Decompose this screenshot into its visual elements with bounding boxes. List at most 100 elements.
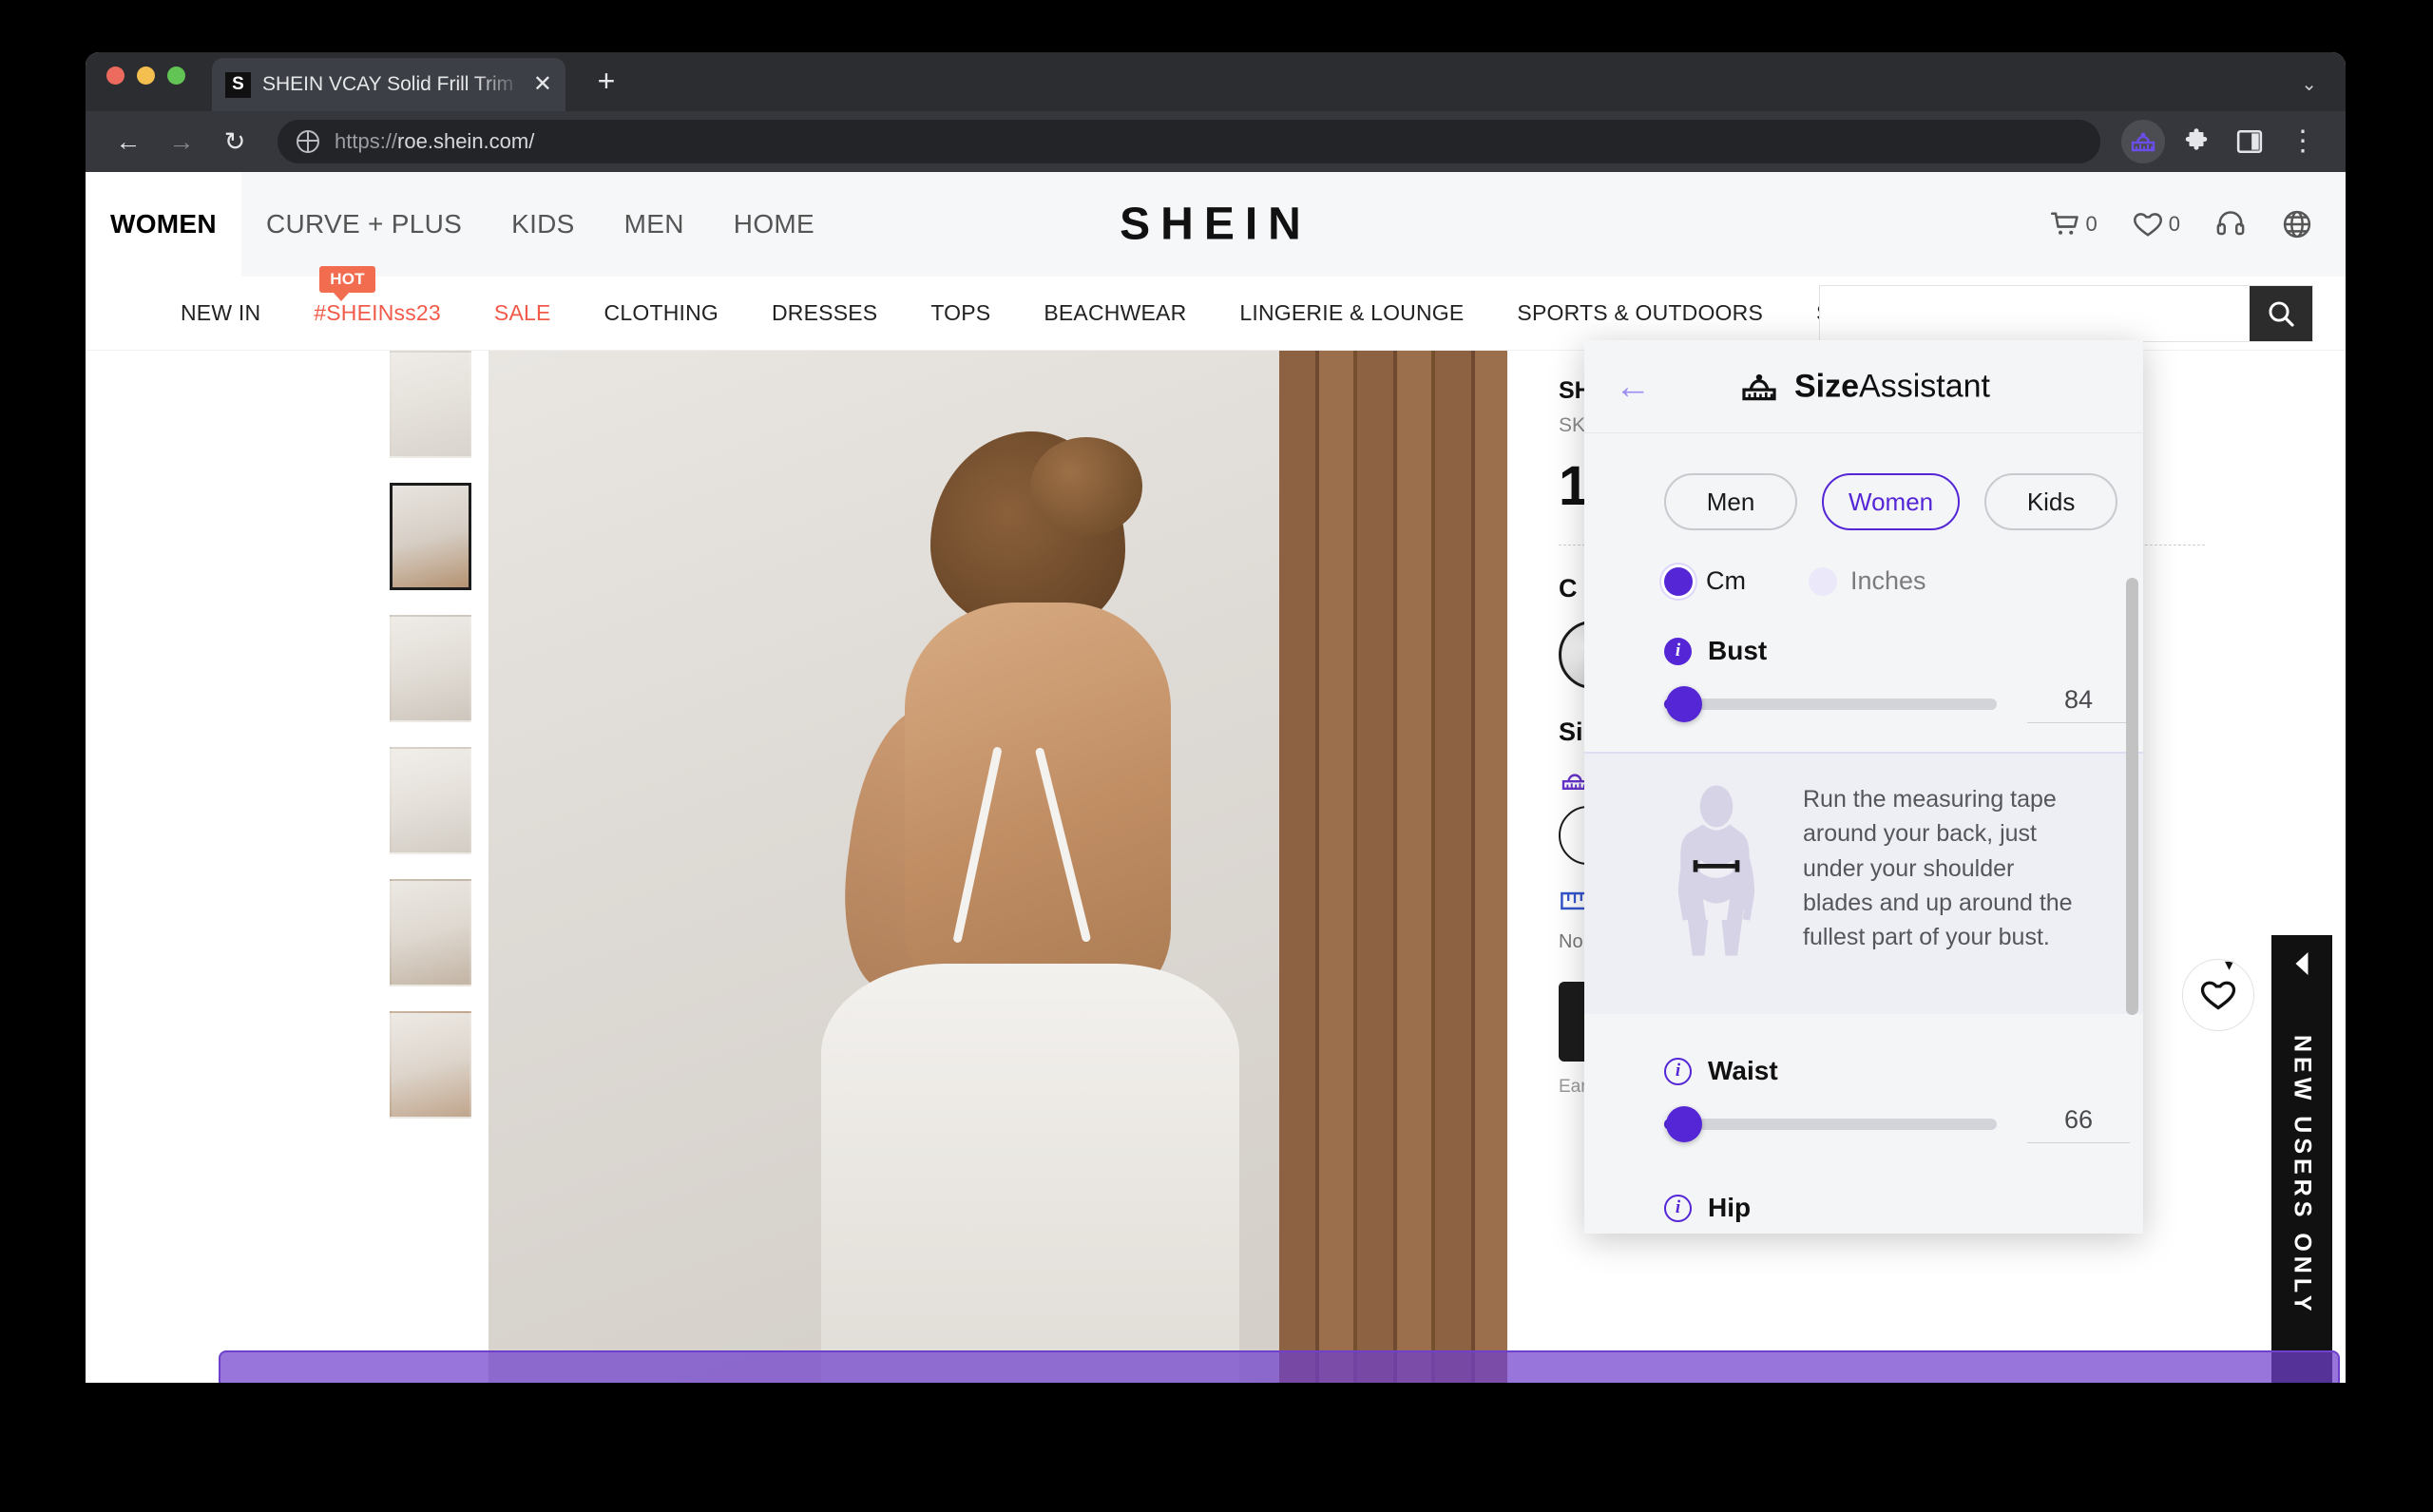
back-button[interactable]: ←	[106, 120, 150, 163]
minimize-window-button[interactable]	[137, 66, 155, 85]
heart-icon	[2200, 981, 2236, 1010]
wishlist-count: 0	[2168, 212, 2180, 236]
unit-label-inches: Inches	[1850, 566, 1926, 595]
new-users-only-label: NEW USERS ONLY	[2289, 1035, 2316, 1316]
info-icon[interactable]: i	[1664, 637, 1692, 665]
measurement-waist-slider-row: 66	[1664, 1105, 2143, 1143]
browser-tab-strip: S SHEIN VCAY Solid Frill Trim Shi ✕ + ⌄	[86, 52, 2346, 111]
list-item[interactable]	[390, 351, 471, 458]
new-tab-button[interactable]: +	[590, 66, 623, 96]
photo-door-detail	[1279, 351, 1507, 1383]
browser-window: S SHEIN VCAY Solid Frill Trim Shi ✕ + ⌄ …	[86, 52, 2346, 1383]
subnav-item-dresses[interactable]: DRESSES	[772, 300, 877, 326]
gender-option-women[interactable]: Women	[1822, 473, 1961, 530]
size-assistant-header: ← SizeAssistant	[1584, 340, 2143, 433]
header-icon-group: 0 0	[2049, 209, 2314, 239]
category-tab-home[interactable]: HOME	[709, 172, 839, 277]
browser-toolbar: ← → ↻ https://roe.shein.com/ ⋮	[86, 111, 2346, 172]
browser-tab[interactable]: S SHEIN VCAY Solid Frill Trim Shi ✕	[212, 58, 565, 111]
size-assistant-body: Men Women Kids Cm Inches i Bust 84 Run t…	[1584, 433, 2143, 1234]
category-tabs: WOMEN CURVE + PLUS KIDS MEN HOME	[86, 172, 839, 277]
list-item[interactable]	[390, 1011, 471, 1119]
tab-title: SHEIN VCAY Solid Frill Trim Shi	[262, 73, 522, 95]
cart-button[interactable]: 0	[2049, 210, 2098, 239]
chevron-down-icon[interactable]: ⌄	[2301, 72, 2317, 96]
search-input[interactable]	[1820, 285, 2250, 341]
maximize-window-button[interactable]	[167, 66, 185, 85]
photo-model	[745, 431, 1277, 1383]
address-bar[interactable]: https://roe.shein.com/	[278, 120, 2100, 163]
list-item[interactable]	[390, 483, 471, 590]
subnav-item-lingerie-lounge[interactable]: LINGERIE & LOUNGE	[1239, 300, 1464, 326]
product-thumbnail-rail	[390, 351, 471, 1119]
measurement-waist-value[interactable]: 66	[2027, 1105, 2130, 1143]
url-text: https://roe.shein.com/	[335, 129, 534, 154]
panel-scrollbar[interactable]	[2126, 578, 2138, 1015]
back-arrow-icon[interactable]: ←	[1615, 369, 1651, 405]
wishlist-button[interactable]: 0	[2132, 210, 2180, 239]
cart-count: 0	[2085, 212, 2098, 236]
tab-close-icon[interactable]: ✕	[533, 73, 552, 96]
unit-option-cm[interactable]: Cm	[1664, 566, 1746, 596]
product-main-image[interactable]	[489, 351, 1507, 1383]
measurement-hip: i Hip 93	[1584, 1193, 2143, 1234]
category-tab-men[interactable]: MEN	[600, 172, 709, 277]
forward-button[interactable]: →	[160, 120, 203, 163]
measurement-bust-header: i Bust	[1664, 636, 2143, 666]
window-controls	[106, 52, 185, 111]
subnav-item-sheinss23[interactable]: HOT #SHEINss23	[314, 266, 441, 326]
browser-menu-icon[interactable]: ⋮	[2281, 120, 2325, 163]
body-figure-icon	[1664, 782, 1769, 982]
slider-track[interactable]	[1664, 1106, 1997, 1142]
measuring-tape-icon	[1742, 373, 1776, 401]
extensions-puzzle-icon[interactable]	[2174, 120, 2218, 163]
shein-logo[interactable]: SHEIN	[1120, 199, 1312, 251]
subnav-item-new-in[interactable]: NEW IN	[181, 300, 260, 326]
subnav-item-sheinss23-label: #SHEINss23	[314, 300, 441, 325]
measurement-tooltip: Run the measuring tape around your back,…	[1584, 752, 2143, 1014]
search-bar	[1819, 284, 2313, 342]
category-tab-women[interactable]: WOMEN	[86, 172, 241, 277]
unit-option-inches[interactable]: Inches	[1809, 566, 1926, 596]
new-users-only-tab[interactable]: NEW USERS ONLY	[2271, 935, 2332, 1383]
slider-knob[interactable]	[1666, 1106, 1702, 1142]
category-tab-kids[interactable]: KIDS	[487, 172, 600, 277]
side-panel-icon[interactable]	[2228, 120, 2271, 163]
list-item[interactable]	[390, 747, 471, 854]
language-globe-icon	[2283, 210, 2311, 239]
hot-badge: HOT	[319, 266, 375, 301]
size-assistant-extension-icon[interactable]	[2121, 120, 2165, 163]
info-icon[interactable]: i	[1664, 1057, 1692, 1085]
shein-header: WOMEN CURVE + PLUS KIDS MEN HOME SHEIN 0	[86, 172, 2346, 277]
info-icon[interactable]: i	[1664, 1194, 1692, 1222]
slider-knob[interactable]	[1666, 686, 1702, 722]
list-item[interactable]	[390, 615, 471, 722]
subnav-item-beachwear[interactable]: BEACHWEAR	[1044, 300, 1186, 326]
url-host: roe.shein.com/	[397, 129, 535, 153]
subnav-item-tops[interactable]: TOPS	[930, 300, 990, 326]
reload-button[interactable]: ↻	[213, 120, 257, 163]
support-button[interactable]	[2214, 210, 2247, 239]
subnav-item-sale[interactable]: SALE	[494, 300, 551, 326]
heart-icon	[2133, 213, 2162, 237]
category-tab-curve-plus[interactable]: CURVE + PLUS	[241, 172, 487, 277]
page-viewport: WOMEN CURVE + PLUS KIDS MEN HOME SHEIN 0	[86, 172, 2346, 1383]
close-window-button[interactable]	[106, 66, 125, 85]
gender-option-kids[interactable]: Kids	[1984, 473, 2118, 530]
instruction-overlay-banner: Input your measurements	[219, 1350, 2340, 1383]
slider-track[interactable]	[1664, 686, 1997, 722]
list-item[interactable]	[390, 879, 471, 986]
brand-bold: Size	[1794, 368, 1860, 404]
size-assistant-title: SizeAssistant	[1794, 368, 1990, 405]
search-button[interactable]	[2250, 285, 2312, 341]
add-to-wishlist-button[interactable]	[2182, 959, 2254, 1031]
measurement-bust-label: Bust	[1708, 636, 1768, 665]
language-button[interactable]	[2281, 209, 2313, 239]
gender-option-men[interactable]: Men	[1664, 473, 1797, 530]
subnav-item-sports-outdoors[interactable]: SPORTS & OUTDOORS	[1517, 300, 1763, 326]
measurement-bust-value[interactable]: 84	[2027, 685, 2130, 723]
tab-favicon: S	[225, 71, 251, 98]
cart-icon	[2050, 212, 2079, 235]
subnav-item-clothing[interactable]: CLOTHING	[604, 300, 718, 326]
url-scheme: https://	[335, 129, 398, 153]
